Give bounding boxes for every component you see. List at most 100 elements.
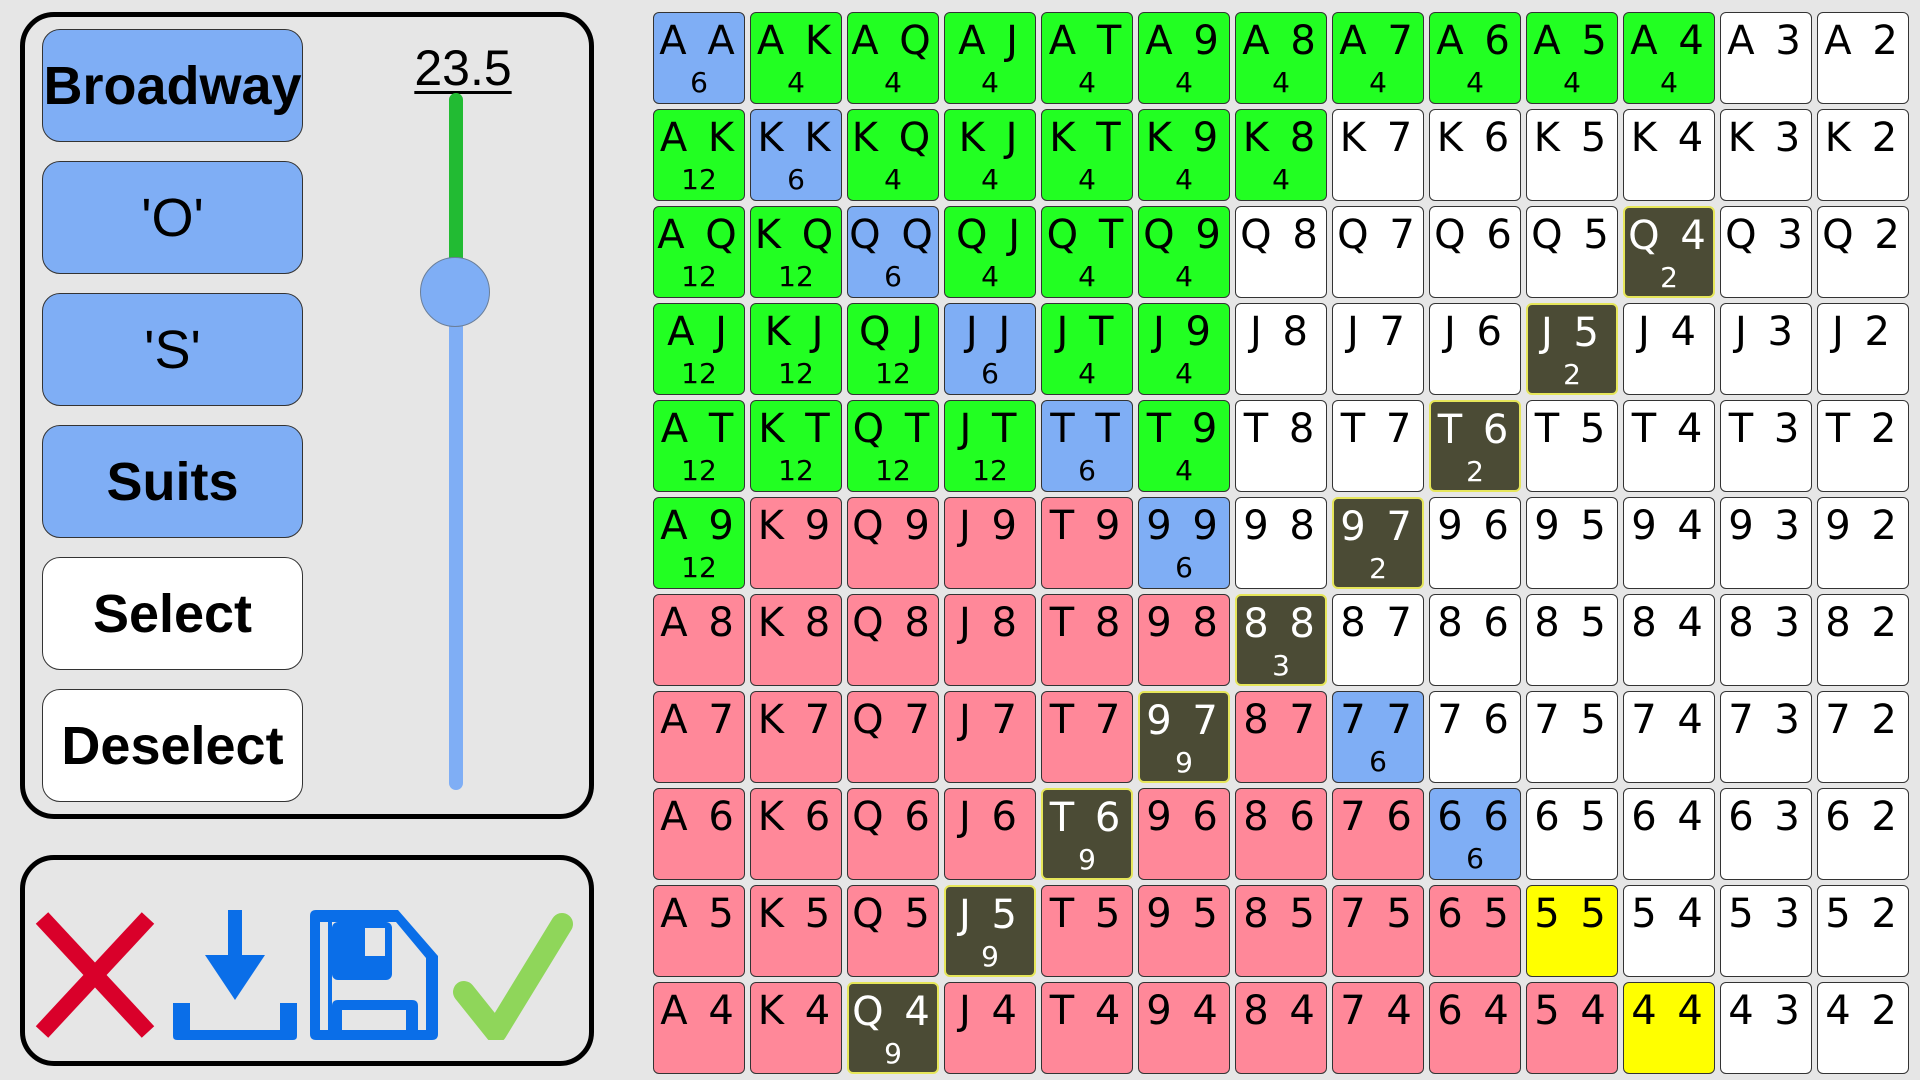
hand-cell-84o[interactable]: 8 4 bbox=[1235, 982, 1327, 1074]
hand-cell-J7s[interactable]: J 7 bbox=[1332, 303, 1424, 395]
hand-cell-Q9s[interactable]: Q 94 bbox=[1138, 206, 1230, 298]
hand-cell-J6s[interactable]: J 6 bbox=[1429, 303, 1521, 395]
hand-cell-J6o[interactable]: J 6 bbox=[944, 788, 1036, 880]
hand-cell-A8o[interactable]: A 8 bbox=[653, 594, 745, 686]
hand-cell-K4o[interactable]: K 4 bbox=[750, 982, 842, 1074]
hand-cell-Q9o[interactable]: Q 9 bbox=[847, 497, 939, 589]
select-button[interactable]: Select bbox=[42, 557, 303, 670]
hand-cell-K9o[interactable]: K 9 bbox=[750, 497, 842, 589]
hand-cell-K5o[interactable]: K 5 bbox=[750, 885, 842, 977]
hand-cell-K2s[interactable]: K 2 bbox=[1817, 109, 1909, 201]
hand-cell-65o[interactable]: 6 5 bbox=[1429, 885, 1521, 977]
hand-cell-AKo[interactable]: A K 12 bbox=[653, 109, 745, 201]
hand-cell-J2s[interactable]: J 2 bbox=[1817, 303, 1909, 395]
hand-cell-53s[interactable]: 5 3 bbox=[1720, 885, 1812, 977]
hand-cell-T6o[interactable]: T 69 bbox=[1041, 788, 1133, 880]
hand-cell-95s[interactable]: 9 5 bbox=[1526, 497, 1618, 589]
suited-button[interactable]: 'S' bbox=[42, 293, 303, 406]
hand-cell-75s[interactable]: 7 5 bbox=[1526, 691, 1618, 783]
hand-cell-QJo[interactable]: Q J 12 bbox=[847, 303, 939, 395]
hand-cell-K6s[interactable]: K 6 bbox=[1429, 109, 1521, 201]
hand-cell-QQ[interactable]: Q Q6 bbox=[847, 206, 939, 298]
hand-cell-A8s[interactable]: A 84 bbox=[1235, 12, 1327, 104]
hand-cell-64o[interactable]: 6 4 bbox=[1429, 982, 1521, 1074]
hand-cell-43s[interactable]: 4 3 bbox=[1720, 982, 1812, 1074]
hand-cell-66[interactable]: 6 66 bbox=[1429, 788, 1521, 880]
slider-thumb[interactable] bbox=[420, 256, 490, 327]
hand-cell-63s[interactable]: 6 3 bbox=[1720, 788, 1812, 880]
hand-cell-Q5o[interactable]: Q 5 bbox=[847, 885, 939, 977]
hand-cell-55[interactable]: 5 5 bbox=[1526, 885, 1618, 977]
suits-button[interactable]: Suits bbox=[42, 425, 303, 538]
hand-cell-62s[interactable]: 6 2 bbox=[1817, 788, 1909, 880]
hand-cell-AQo[interactable]: A Q 12 bbox=[653, 206, 745, 298]
hand-cell-77[interactable]: 7 76 bbox=[1332, 691, 1424, 783]
hand-cell-AA[interactable]: A A6 bbox=[653, 12, 745, 104]
hand-cell-T4s[interactable]: T 4 bbox=[1623, 400, 1715, 492]
hand-cell-94s[interactable]: 9 4 bbox=[1623, 497, 1715, 589]
hand-cell-92s[interactable]: 9 2 bbox=[1817, 497, 1909, 589]
hand-cell-Q5s[interactable]: Q 5 bbox=[1526, 206, 1618, 298]
hand-cell-AJs[interactable]: A J4 bbox=[944, 12, 1036, 104]
hand-cell-J8o[interactable]: J 8 bbox=[944, 594, 1036, 686]
hand-cell-JTs[interactable]: J T4 bbox=[1041, 303, 1133, 395]
hand-cell-J4s[interactable]: J 4 bbox=[1623, 303, 1715, 395]
hand-cell-KQo[interactable]: K Q 12 bbox=[750, 206, 842, 298]
hand-cell-52s[interactable]: 5 2 bbox=[1817, 885, 1909, 977]
hand-cell-94o[interactable]: 9 4 bbox=[1138, 982, 1230, 1074]
download-icon[interactable] bbox=[170, 910, 300, 1040]
hand-cell-A6o[interactable]: A 6 bbox=[653, 788, 745, 880]
hand-cell-83s[interactable]: 8 3 bbox=[1720, 594, 1812, 686]
close-icon[interactable] bbox=[30, 910, 160, 1040]
hand-cell-T6s[interactable]: T 62 bbox=[1429, 400, 1521, 492]
hand-cell-A5o[interactable]: A 5 bbox=[653, 885, 745, 977]
hand-cell-Q7s[interactable]: Q 7 bbox=[1332, 206, 1424, 298]
hand-cell-44[interactable]: 4 4 bbox=[1623, 982, 1715, 1074]
hand-cell-T9o[interactable]: T 9 bbox=[1041, 497, 1133, 589]
hand-cell-Q8s[interactable]: Q 8 bbox=[1235, 206, 1327, 298]
hand-cell-J4o[interactable]: J 4 bbox=[944, 982, 1036, 1074]
hand-cell-T9s[interactable]: T 94 bbox=[1138, 400, 1230, 492]
hand-cell-AQs[interactable]: A Q4 bbox=[847, 12, 939, 104]
hand-cell-73s[interactable]: 7 3 bbox=[1720, 691, 1812, 783]
hand-cell-98o[interactable]: 9 8 bbox=[1138, 594, 1230, 686]
hand-cell-A2s[interactable]: A 2 bbox=[1817, 12, 1909, 104]
hand-cell-T2s[interactable]: T 2 bbox=[1817, 400, 1909, 492]
hand-cell-KK[interactable]: K K6 bbox=[750, 109, 842, 201]
hand-cell-54s[interactable]: 5 4 bbox=[1623, 885, 1715, 977]
hand-cell-Q4s[interactable]: Q 42 bbox=[1623, 206, 1715, 298]
hand-cell-K7s[interactable]: K 7 bbox=[1332, 109, 1424, 201]
hand-cell-84s[interactable]: 8 4 bbox=[1623, 594, 1715, 686]
hand-cell-Q7o[interactable]: Q 7 bbox=[847, 691, 939, 783]
hand-cell-K8s[interactable]: K 84 bbox=[1235, 109, 1327, 201]
hand-cell-72s[interactable]: 7 2 bbox=[1817, 691, 1909, 783]
hand-cell-A6s[interactable]: A 64 bbox=[1429, 12, 1521, 104]
hand-cell-K7o[interactable]: K 7 bbox=[750, 691, 842, 783]
hand-cell-Q8o[interactable]: Q 8 bbox=[847, 594, 939, 686]
hand-cell-J5o[interactable]: J 59 bbox=[944, 885, 1036, 977]
broadway-button[interactable]: Broadway bbox=[42, 29, 303, 142]
hand-cell-96s[interactable]: 9 6 bbox=[1429, 497, 1521, 589]
hand-cell-85s[interactable]: 8 5 bbox=[1526, 594, 1618, 686]
hand-cell-T4o[interactable]: T 4 bbox=[1041, 982, 1133, 1074]
hand-cell-74s[interactable]: 7 4 bbox=[1623, 691, 1715, 783]
hand-cell-93s[interactable]: 9 3 bbox=[1720, 497, 1812, 589]
hand-cell-75o[interactable]: 7 5 bbox=[1332, 885, 1424, 977]
slider-track[interactable] bbox=[449, 93, 463, 790]
hand-cell-QTs[interactable]: Q T4 bbox=[1041, 206, 1133, 298]
hand-cell-KQs[interactable]: K Q4 bbox=[847, 109, 939, 201]
hand-cell-K9s[interactable]: K 94 bbox=[1138, 109, 1230, 201]
hand-cell-KJs[interactable]: K J4 bbox=[944, 109, 1036, 201]
hand-cell-QJs[interactable]: Q J4 bbox=[944, 206, 1036, 298]
hand-cell-K5s[interactable]: K 5 bbox=[1526, 109, 1618, 201]
hand-cell-99[interactable]: 9 96 bbox=[1138, 497, 1230, 589]
hand-cell-J9o[interactable]: J 9 bbox=[944, 497, 1036, 589]
hand-cell-96o[interactable]: 9 6 bbox=[1138, 788, 1230, 880]
hand-cell-88[interactable]: 8 83 bbox=[1235, 594, 1327, 686]
hand-cell-J8s[interactable]: J 8 bbox=[1235, 303, 1327, 395]
hand-cell-97s[interactable]: 9 72 bbox=[1332, 497, 1424, 589]
hand-cell-J3s[interactable]: J 3 bbox=[1720, 303, 1812, 395]
hand-cell-76s[interactable]: 7 6 bbox=[1429, 691, 1521, 783]
hand-cell-54o[interactable]: 5 4 bbox=[1526, 982, 1618, 1074]
hand-cell-KJo[interactable]: K J 12 bbox=[750, 303, 842, 395]
